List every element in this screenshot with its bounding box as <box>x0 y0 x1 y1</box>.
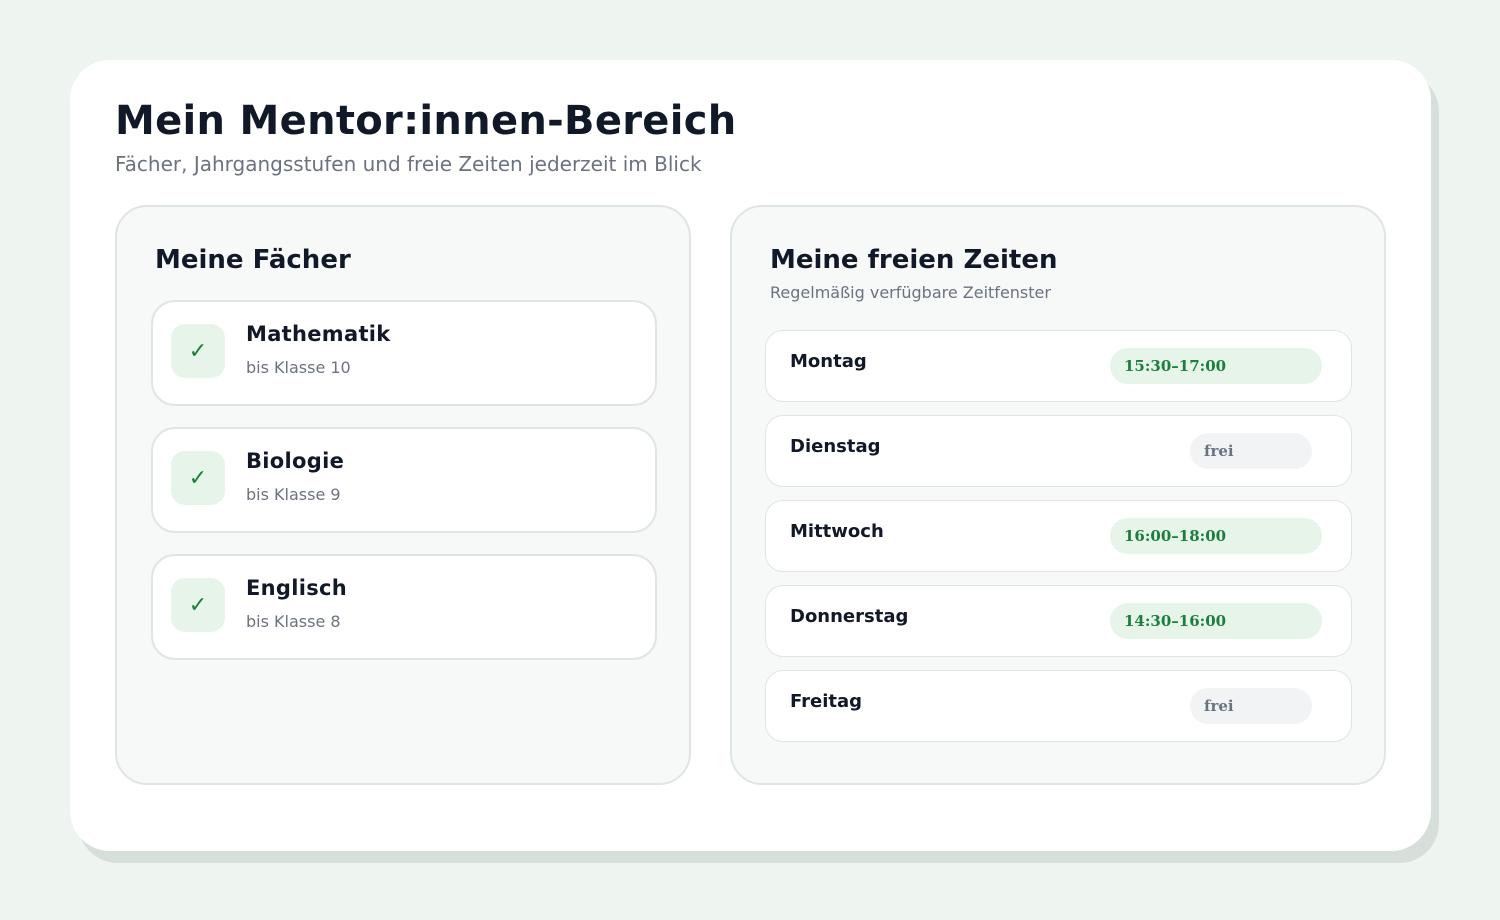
subject-name: Englisch <box>246 576 348 600</box>
availability-panel: Meine freien Zeiten Regelmäßig verfügbar… <box>730 205 1386 785</box>
day-row-dienstag[interactable]: Dienstag frei <box>765 415 1352 487</box>
day-name: Mittwoch <box>790 521 884 542</box>
day-name: Dienstag <box>790 436 881 457</box>
check-icon[interactable]: ✓ <box>171 578 225 632</box>
free-badge[interactable]: frei <box>1190 433 1312 469</box>
time-slot-badge[interactable]: 16:00–18:00 <box>1110 518 1322 554</box>
subject-name: Biologie <box>246 449 345 473</box>
day-row-donnerstag[interactable]: Donnerstag 14:30–16:00 <box>765 585 1352 657</box>
subject-level: bis Klasse 8 <box>246 612 341 631</box>
subjects-panel-title: Meine Fächer <box>155 245 351 275</box>
subject-card-englisch[interactable]: ✓ Englisch bis Klasse 8 <box>151 554 657 660</box>
day-name: Montag <box>790 351 867 372</box>
subjects-panel: Meine Fächer ✓ Mathematik bis Klasse 10 … <box>115 205 691 785</box>
check-icon[interactable]: ✓ <box>171 324 225 378</box>
subject-level: bis Klasse 10 <box>246 358 351 377</box>
availability-panel-subtitle: Regelmäßig verfügbare Zeitfenster <box>770 283 1051 302</box>
page-title: Mein Mentor:innen-Bereich <box>115 98 737 144</box>
subject-level: bis Klasse 9 <box>246 485 341 504</box>
free-badge[interactable]: frei <box>1190 688 1312 724</box>
day-name: Donnerstag <box>790 606 909 627</box>
page-subtitle: Fächer, Jahrgangsstufen und freie Zeiten… <box>115 152 702 176</box>
day-row-mittwoch[interactable]: Mittwoch 16:00–18:00 <box>765 500 1352 572</box>
subject-card-mathematik[interactable]: ✓ Mathematik bis Klasse 10 <box>151 300 657 406</box>
day-row-freitag[interactable]: Freitag frei <box>765 670 1352 742</box>
time-slot-badge[interactable]: 14:30–16:00 <box>1110 603 1322 639</box>
check-icon[interactable]: ✓ <box>171 451 225 505</box>
subject-card-biologie[interactable]: ✓ Biologie bis Klasse 9 <box>151 427 657 533</box>
day-row-montag[interactable]: Montag 15:30–17:00 <box>765 330 1352 402</box>
main-card: Mein Mentor:innen-Bereich Fächer, Jahrga… <box>70 60 1431 851</box>
day-name: Freitag <box>790 691 863 712</box>
availability-panel-title: Meine freien Zeiten <box>770 245 1058 275</box>
time-slot-badge[interactable]: 15:30–17:00 <box>1110 348 1322 384</box>
subject-name: Mathematik <box>246 322 391 346</box>
